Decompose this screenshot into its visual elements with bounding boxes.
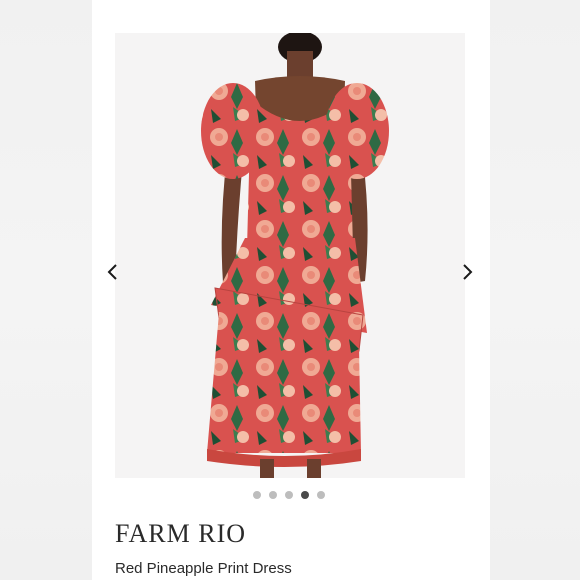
brand-name[interactable]: FARM RIO xyxy=(115,519,246,549)
carousel-dot[interactable] xyxy=(253,491,261,499)
product-title: Red Pineapple Print Dress xyxy=(115,560,292,577)
chevron-left-icon xyxy=(107,264,117,280)
previous-image-button[interactable] xyxy=(102,258,122,286)
carousel-dot[interactable] xyxy=(269,491,277,499)
chevron-right-icon xyxy=(463,264,473,280)
product-image[interactable] xyxy=(115,33,465,478)
carousel-dot[interactable] xyxy=(285,491,293,499)
background-right xyxy=(490,0,580,580)
carousel-indicator xyxy=(253,491,325,499)
carousel-dot-active[interactable] xyxy=(301,491,309,499)
dress-illustration xyxy=(201,33,389,478)
next-image-button[interactable] xyxy=(458,258,478,286)
carousel-dot[interactable] xyxy=(317,491,325,499)
background-left xyxy=(0,0,92,580)
